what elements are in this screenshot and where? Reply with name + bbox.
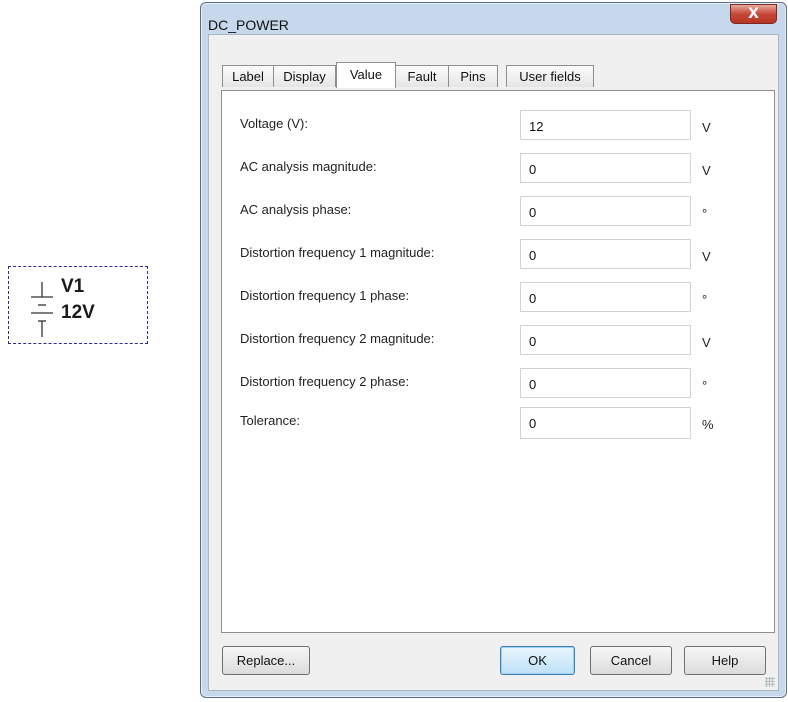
replace-button[interactable]: Replace... — [222, 646, 310, 675]
distortion-f1-phase-input[interactable]: 0 — [520, 282, 691, 312]
resize-grip-icon[interactable] — [765, 677, 775, 687]
field-row-voltage: Voltage (V): 12 V — [222, 110, 774, 140]
field-row-ac-magnitude: AC analysis magnitude: 0 V — [222, 153, 774, 183]
ok-button[interactable]: OK — [500, 646, 575, 675]
tab-fault[interactable]: Fault — [395, 65, 449, 87]
dc-power-symbol[interactable]: V1 12V — [8, 266, 148, 344]
dc-power-dialog: DC_POWER X Label Display Value Fault Pin… — [200, 2, 787, 698]
field-label: Distortion frequency 1 phase: — [240, 288, 410, 303]
field-row-distortion-f1-phase: Distortion frequency 1 phase: 0 ° — [222, 282, 774, 312]
field-unit: V — [702, 120, 711, 135]
field-label: Distortion frequency 2 magnitude: — [240, 331, 435, 346]
field-unit: ° — [702, 206, 708, 221]
ac-magnitude-input[interactable]: 0 — [520, 153, 691, 183]
tolerance-input[interactable]: 0 — [520, 407, 691, 439]
ac-phase-input[interactable]: 0 — [520, 196, 691, 226]
tab-user-fields[interactable]: User fields — [506, 65, 594, 87]
tab-label[interactable]: Label — [222, 65, 274, 87]
value-tab-panel: Voltage (V): 12 V AC analysis magnitude:… — [221, 90, 775, 633]
field-label: Voltage (V): — [240, 116, 308, 131]
symbol-ref-label: V1 — [61, 276, 85, 297]
help-button[interactable]: Help — [684, 646, 766, 675]
field-label: AC analysis magnitude: — [240, 159, 377, 174]
field-row-tolerance: Tolerance: 0 % — [222, 407, 774, 439]
distortion-f2-phase-input[interactable]: 0 — [520, 368, 691, 398]
close-button[interactable]: X — [730, 4, 777, 24]
symbol-value-label: 12V — [61, 302, 95, 323]
window-title: DC_POWER — [208, 17, 289, 33]
field-row-ac-phase: AC analysis phase: 0 ° — [222, 196, 774, 226]
close-icon: X — [748, 6, 759, 22]
cancel-button[interactable]: Cancel — [590, 646, 672, 675]
field-unit: V — [702, 249, 711, 264]
tab-value[interactable]: Value — [336, 62, 396, 88]
field-label: Distortion frequency 2 phase: — [240, 374, 410, 389]
field-label: AC analysis phase: — [240, 202, 352, 217]
field-row-distortion-f2-magnitude: Distortion frequency 2 magnitude: 0 V — [222, 325, 774, 355]
distortion-f1-magnitude-input[interactable]: 0 — [520, 239, 691, 269]
tab-pins[interactable]: Pins — [448, 65, 498, 87]
field-label: Tolerance: — [240, 413, 300, 428]
field-row-distortion-f1-magnitude: Distortion frequency 1 magnitude: 0 V — [222, 239, 774, 269]
field-unit: ° — [702, 378, 708, 393]
field-label: Distortion frequency 1 magnitude: — [240, 245, 435, 260]
tab-display[interactable]: Display — [273, 65, 336, 87]
field-unit: ° — [702, 292, 708, 307]
dialog-client-area: Label Display Value Fault Pins User fiel… — [208, 34, 779, 691]
distortion-f2-magnitude-input[interactable]: 0 — [520, 325, 691, 355]
field-row-distortion-f2-phase: Distortion frequency 2 phase: 0 ° — [222, 368, 774, 398]
voltage-input[interactable]: 12 — [520, 110, 691, 140]
field-unit: V — [702, 335, 711, 350]
field-unit: V — [702, 163, 711, 178]
field-unit: % — [702, 417, 714, 432]
